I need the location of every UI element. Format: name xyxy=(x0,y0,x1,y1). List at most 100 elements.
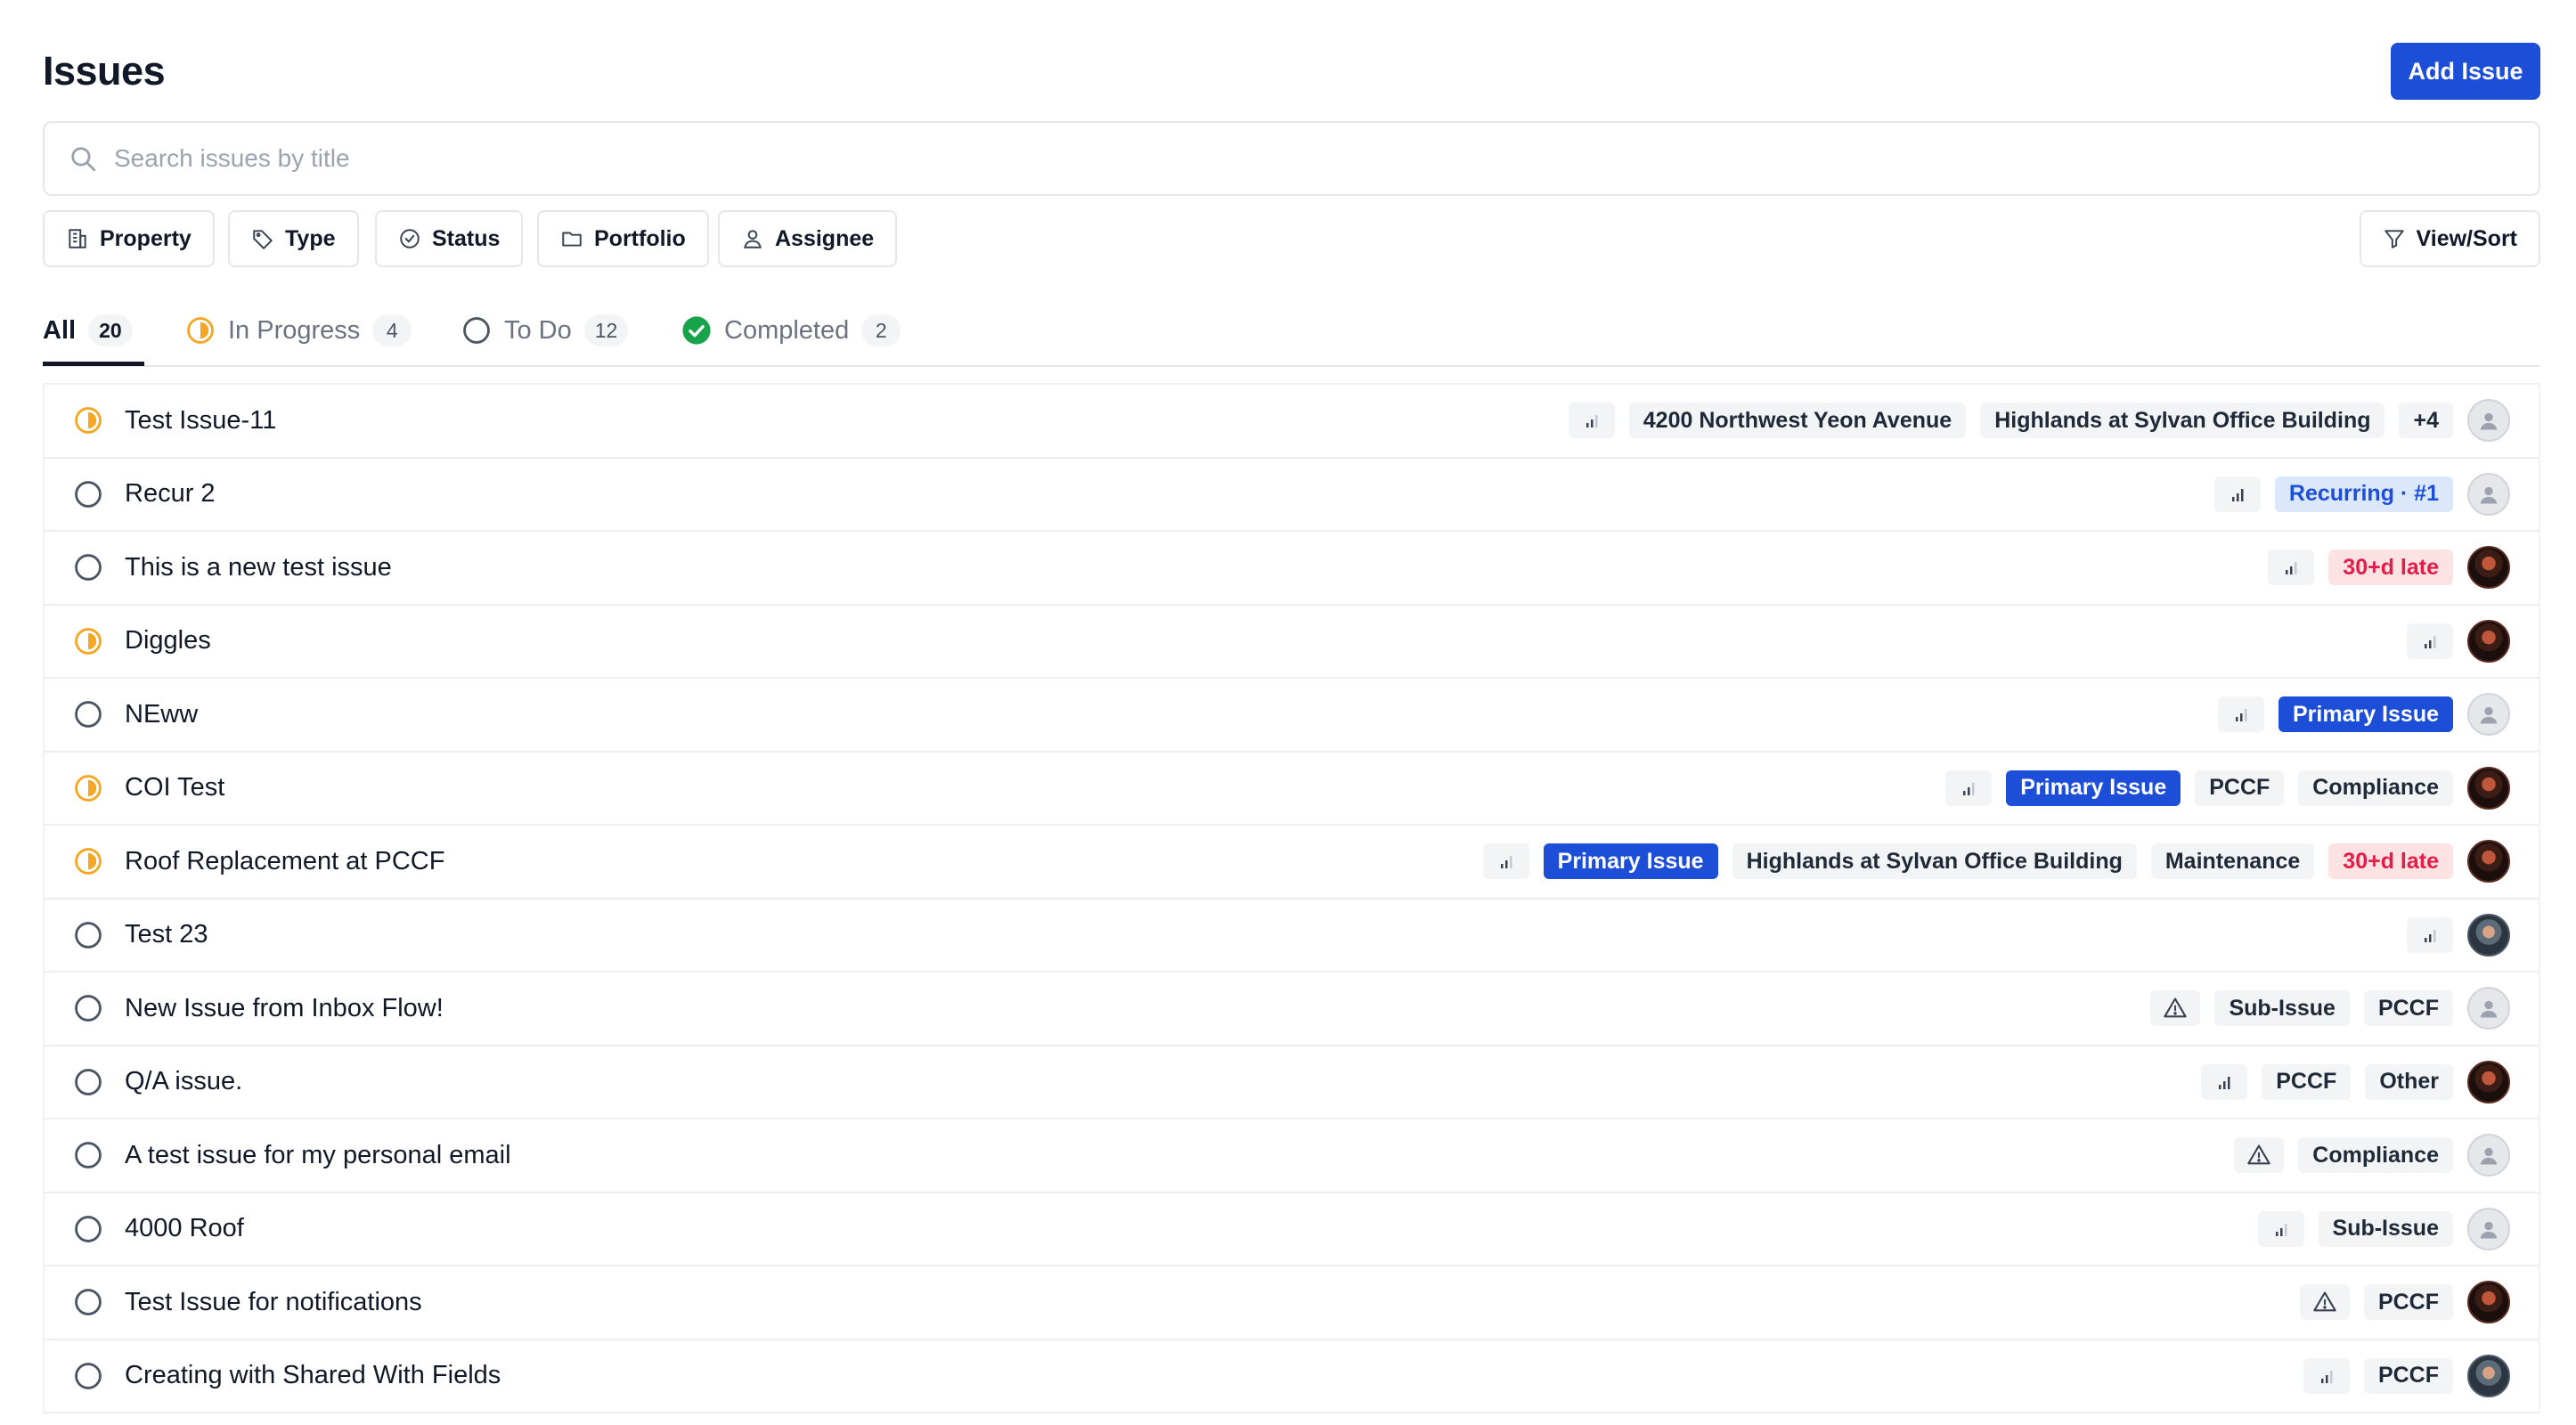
todo-icon[interactable] xyxy=(73,1140,103,1170)
issue-row[interactable]: COI Test Primary Issue PCCF Compliance xyxy=(45,753,2539,826)
issue-title[interactable]: Diggles xyxy=(125,626,211,656)
todo-icon[interactable] xyxy=(73,1067,103,1097)
issue-title[interactable]: COI Test xyxy=(125,773,224,802)
priority-low-icon[interactable] xyxy=(2218,696,2264,733)
issue-row[interactable]: Test 23 xyxy=(45,900,2539,973)
priority-low-icon[interactable] xyxy=(2268,550,2315,586)
property-tag: PCCF xyxy=(2195,770,2285,806)
building-icon xyxy=(69,229,86,248)
assignee-avatar[interactable] xyxy=(2467,546,2510,590)
property-tag: PCCF xyxy=(2363,990,2453,1027)
tab-to-do[interactable]: To Do 12 xyxy=(461,294,629,367)
assignee-avatar[interactable] xyxy=(2467,1281,2510,1324)
issue-row[interactable]: New Issue from Inbox Flow! Sub-Issue PCC… xyxy=(45,973,2539,1046)
todo-icon[interactable] xyxy=(73,1214,103,1244)
primary-issue-badge: Primary Issue xyxy=(2278,696,2453,733)
priority-high-icon[interactable] xyxy=(2201,1063,2248,1100)
in-progress-icon[interactable] xyxy=(73,626,103,656)
primary-issue-badge: Primary Issue xyxy=(2006,770,2181,806)
issue-row[interactable]: Test Issue-11 4200 Northwest Yeon Avenue… xyxy=(45,385,2539,459)
issue-title[interactable]: Test 23 xyxy=(125,920,208,949)
todo-icon[interactable] xyxy=(73,699,103,729)
more-tags-badge[interactable]: +4 xyxy=(2399,403,2453,439)
type-filter-button[interactable]: Type xyxy=(228,210,359,267)
todo-icon[interactable] xyxy=(73,479,103,509)
assignee-avatar[interactable] xyxy=(2467,1060,2510,1103)
issue-row[interactable]: This is a new test issue 30+d late xyxy=(45,532,2539,606)
priority-low-icon[interactable] xyxy=(2213,476,2261,512)
type-tag: Sub-Issue xyxy=(2214,990,2350,1027)
tab-completed[interactable]: Completed 2 xyxy=(681,294,901,367)
issue-title[interactable]: NEww xyxy=(125,700,198,729)
issue-row[interactable]: Q/A issue. PCCF Other xyxy=(45,1046,2539,1120)
user-icon xyxy=(2480,707,2498,724)
assignee-avatar[interactable] xyxy=(2467,1134,2510,1177)
assignee-avatar[interactable] xyxy=(2467,840,2510,884)
assignee-avatar[interactable] xyxy=(2467,987,2510,1030)
issue-title[interactable]: Test Issue for notifications xyxy=(125,1288,422,1317)
issue-row[interactable]: A test issue for my personal email Compl… xyxy=(45,1120,2539,1193)
search-input[interactable] xyxy=(114,144,2539,173)
priority-low-icon[interactable] xyxy=(2303,1357,2350,1394)
priority-low-icon[interactable] xyxy=(1482,843,1529,880)
issue-row[interactable]: Creating with Shared With Fields PCCF xyxy=(45,1340,2539,1413)
assignee-avatar[interactable] xyxy=(2467,619,2510,663)
in-progress-icon[interactable] xyxy=(73,846,103,876)
todo-icon[interactable] xyxy=(73,1287,103,1317)
assignee-avatar[interactable] xyxy=(2467,693,2510,737)
priority-low-icon[interactable] xyxy=(2407,623,2453,659)
tag-icon xyxy=(253,230,273,249)
todo-icon[interactable] xyxy=(73,552,103,582)
assignee-avatar[interactable] xyxy=(2467,1207,2510,1250)
type-tag: Other xyxy=(2365,1063,2453,1100)
issue-title[interactable]: New Issue from Inbox Flow! xyxy=(125,994,444,1023)
issue-row[interactable]: 4000 Roof Sub-Issue xyxy=(45,1193,2539,1266)
search-bar[interactable] xyxy=(43,121,2540,196)
assignee-avatar[interactable] xyxy=(2467,766,2510,810)
active-tab-indicator xyxy=(43,362,144,366)
todo-icon[interactable] xyxy=(73,993,103,1023)
warning-icon[interactable] xyxy=(2234,1137,2285,1174)
issue-row[interactable]: NEww Primary Issue xyxy=(45,679,2539,753)
search-icon xyxy=(68,142,100,175)
issue-row[interactable]: Roof Replacement at PCCF Primary Issue H… xyxy=(45,826,2539,900)
issue-title[interactable]: 4000 Roof xyxy=(125,1214,244,1243)
issue-title[interactable]: Recur 2 xyxy=(125,479,216,509)
issue-title[interactable]: Q/A issue. xyxy=(125,1067,242,1096)
issue-title[interactable]: Creating with Shared With Fields xyxy=(125,1361,501,1390)
late-badge: 30+d late xyxy=(2328,550,2453,586)
issue-title[interactable]: Roof Replacement at PCCF xyxy=(125,847,444,876)
type-tag: Sub-Issue xyxy=(2318,1210,2453,1247)
issue-title[interactable]: Test Issue-11 xyxy=(125,406,276,436)
tab-all[interactable]: All 20 xyxy=(43,294,133,367)
issue-title[interactable]: A test issue for my personal email xyxy=(125,1141,511,1170)
type-tag: Maintenance xyxy=(2150,843,2315,880)
assignee-avatar[interactable] xyxy=(2467,1354,2510,1397)
property-filter-button[interactable]: Property xyxy=(43,210,215,267)
tab-in-progress[interactable]: In Progress 4 xyxy=(185,294,412,367)
view-sort-button[interactable]: View/Sort xyxy=(2359,210,2540,267)
warning-icon[interactable] xyxy=(2150,990,2201,1027)
portfolio-filter-button[interactable]: Portfolio xyxy=(537,210,709,267)
issue-row[interactable]: Test Issue for notifications PCCF xyxy=(45,1266,2539,1340)
in-progress-icon[interactable] xyxy=(73,405,103,436)
assignee-avatar[interactable] xyxy=(2467,913,2510,957)
priority-low-icon[interactable] xyxy=(1568,403,1615,439)
folder-icon xyxy=(562,232,582,247)
todo-icon[interactable] xyxy=(73,920,103,950)
in-progress-icon[interactable] xyxy=(73,773,103,803)
recurring-badge: Recurring · #1 xyxy=(2274,476,2453,512)
assignee-filter-button[interactable]: Assignee xyxy=(718,210,898,267)
issue-row[interactable]: Diggles xyxy=(45,606,2539,679)
issue-row[interactable]: Recur 2 Recurring · #1 xyxy=(45,459,2539,532)
issue-title[interactable]: This is a new test issue xyxy=(125,553,392,582)
status-filter-button[interactable]: Status xyxy=(375,210,524,267)
priority-low-icon[interactable] xyxy=(2257,1210,2304,1247)
todo-icon[interactable] xyxy=(73,1361,103,1391)
priority-low-icon[interactable] xyxy=(1945,770,1993,806)
assignee-avatar[interactable] xyxy=(2467,472,2510,516)
add-issue-button[interactable]: Add Issue xyxy=(2391,43,2540,100)
warning-icon[interactable] xyxy=(2299,1284,2350,1321)
priority-low-icon[interactable] xyxy=(2407,916,2453,953)
assignee-avatar[interactable] xyxy=(2467,399,2510,443)
